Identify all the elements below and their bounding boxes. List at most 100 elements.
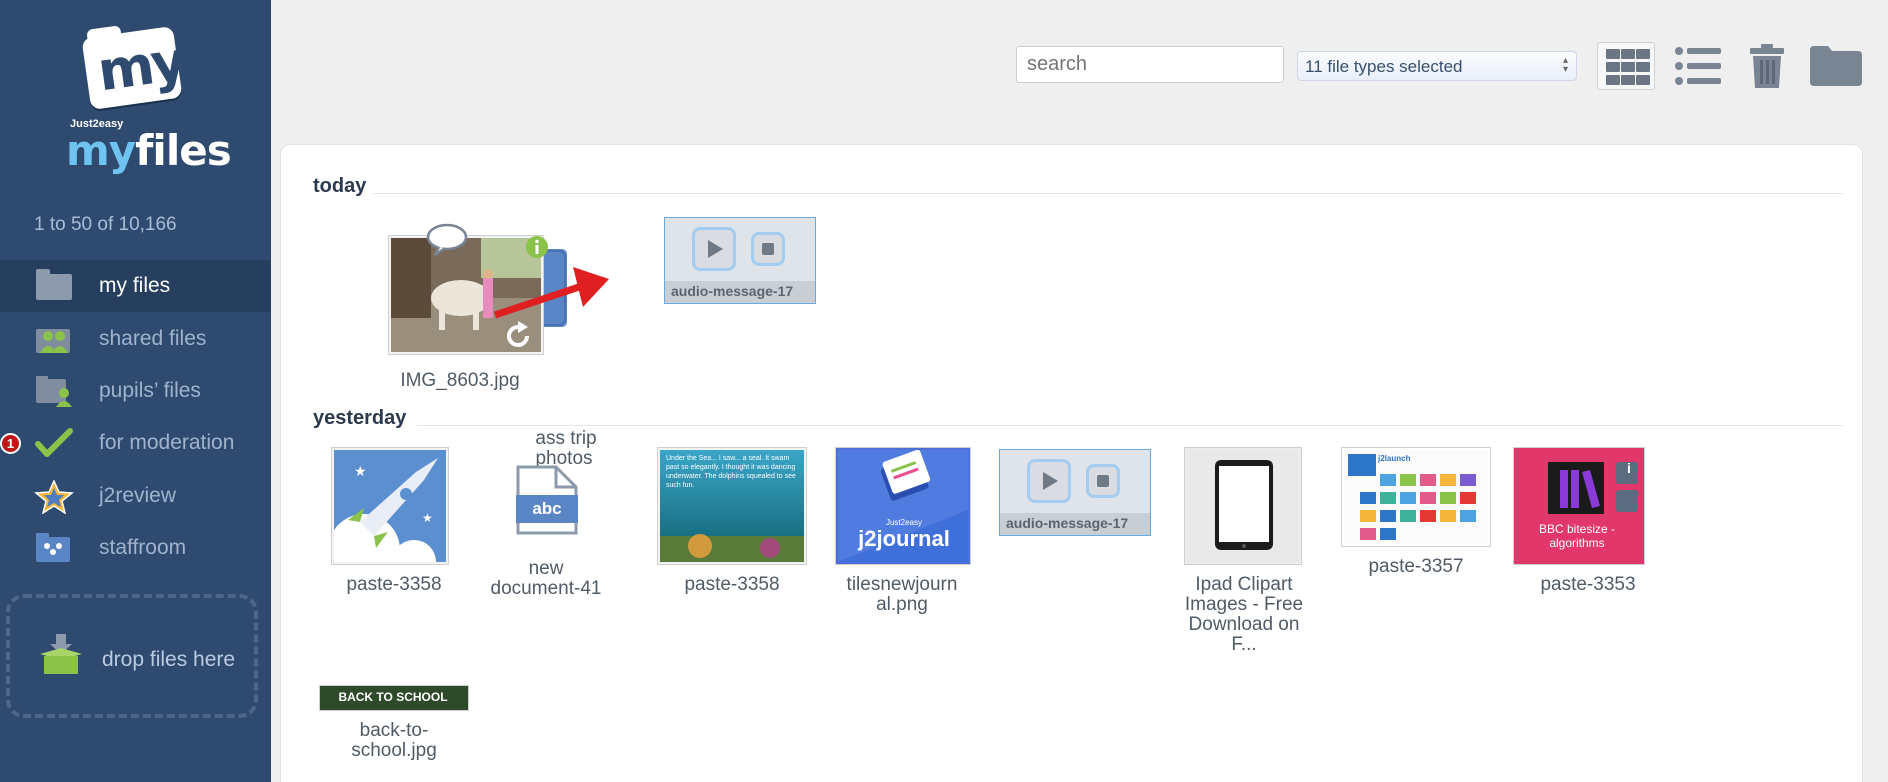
file-name: paste-3357 [1368,556,1464,577]
sidebar-item-shared-files[interactable]: shared files [0,313,271,365]
logo-name: myfiles [66,126,232,175]
grid-view-button[interactable] [1597,42,1655,90]
image-thumbnail [1184,447,1302,565]
info-icon[interactable]: i [1620,460,1638,476]
sidebar-item-staffroom[interactable]: staffroom [0,522,271,574]
play-button[interactable] [692,227,736,271]
document-icon-label: abc [532,499,562,518]
play-button[interactable] [1027,459,1071,503]
file-name-line: new [528,558,564,579]
sidebar: my Just2easy myfiles 1 to 50 of 10,166 m… [0,0,271,782]
sidebar-item-label: my files [99,274,171,297]
image-thumbnail: ★ ★ [328,447,449,586]
file-audio-message-17[interactable]: audio-message-17 [999,449,1151,536]
sidebar-item-label: pupils’ files [99,379,201,402]
thumbnail-text: j2journal [858,526,950,551]
section-title-yesterday: yesterday [313,407,407,429]
file-name-line: school.jpg [351,740,437,761]
moderation-count-badge: 1 [0,433,21,454]
image-thumbnail: BACK TO SCHOOL [319,685,469,711]
pupils-folder-icon [34,375,74,407]
play-icon [708,240,723,258]
file-name-line: document-41 [490,578,602,599]
file-name-line: back-to- [359,720,429,741]
sidebar-item-pupils-files[interactable]: pupils’ files [0,365,271,417]
file-tilesnewjournal[interactable]: Just2easy j2journal tilesnewjourn al.png [827,447,977,617]
file-name: paste-3353 [1540,574,1636,595]
file-types-value: 11 file types selected [1305,57,1463,76]
file-audio-message-17[interactable]: audio-message-17 [664,217,816,304]
file-img-8603[interactable]: IMG_8603.jpg [385,217,609,437]
file-name-line: al.png [876,594,928,615]
search-input[interactable] [1016,46,1284,83]
stop-button[interactable] [751,232,785,266]
sidebar-item-my-files[interactable]: my files [0,260,271,312]
checkmark-icon [34,427,74,459]
file-name-line: F... [1231,634,1257,655]
myfiles-logo[interactable]: my Just2easy myfiles [64,22,232,175]
image-thumbnail: i BBC bitesize - algorithms [1513,447,1645,565]
sidebar-item-label: staffroom [99,536,187,559]
rotate-icon[interactable] [503,321,533,351]
stop-button[interactable] [1086,464,1120,498]
stop-icon [1097,475,1109,487]
folder-icon [1810,46,1862,86]
thumbnail-text-line: algorithms [1549,536,1605,550]
list-view-button[interactable] [1675,46,1723,86]
thumbnail-text: Under the Sea... I saw... a seal. It swa… [666,455,796,489]
sidebar-item-j2review[interactable]: j2review [0,470,271,522]
file-name: paste-3358 [346,574,442,595]
file-paste-3358-sea[interactable]: Under the Sea... I saw... a seal. It swa… [657,447,807,597]
stop-icon [762,243,774,255]
comment-bubble-icon [426,223,468,257]
sidebar-item-label: for moderation [99,431,235,454]
file-back-to-school[interactable]: BACK TO SCHOOL back-to- school.jpg [319,685,469,782]
select-arrows-icon: ▴ ▾ [1562,55,1568,75]
play-icon [1043,472,1058,490]
file-name: paste-3358 [684,574,780,595]
files-panel: today ass trip photos IMG_8603.jpg audio… [280,144,1863,782]
file-paste-3357[interactable]: j2launch paste-3357 [1341,447,1491,587]
star-icon [34,479,74,515]
file-name-line: Images - Free [1184,594,1304,615]
file-types-select[interactable]: 11 file types selected ▴ ▾ [1297,51,1577,81]
image-thumbnail: Under the Sea... I saw... a seal. It swa… [657,447,807,565]
image-thumbnail: Just2easy j2journal [835,447,971,565]
section-divider [417,425,1843,426]
file-name: audio-message-17 [1000,513,1150,535]
thumbnail-text: j2launch [1378,454,1411,463]
sidebar-item-for-moderation[interactable]: 1 for moderation [0,417,271,469]
upload-box-icon [38,634,84,681]
file-paste-3358[interactable]: ★ ★ paste-3358 [319,447,449,597]
shared-people-icon [34,323,74,355]
drag-arrow-icon [493,267,609,319]
logo-badge-text: my [93,29,188,104]
file-ipad-clipart[interactable]: Ipad Clipart Images - Free Download on F… [1169,447,1319,657]
file-name-line: tilesnewjourn [846,574,958,595]
file-name-line: Ipad Clipart [1195,574,1293,595]
drop-zone[interactable]: drop files here [6,594,258,718]
file-new-document-41[interactable]: abc new document-41 [471,447,621,617]
new-folder-button[interactable] [1810,46,1862,86]
staffroom-folder-icon [34,532,74,564]
sidebar-item-label: shared files [99,327,207,350]
file-name-line: Download on [1188,614,1300,635]
thumbnail-text: BACK TO SCHOOL [338,690,448,704]
trash-icon [1750,44,1784,88]
file-paste-3353[interactable]: i BBC bitesize - algorithms paste-3353 [1513,447,1663,597]
sidebar-item-label: j2review [99,484,177,507]
delete-button[interactable] [1750,44,1784,88]
image-thumbnail: j2launch [1341,447,1491,547]
file-count-label: 1 to 50 of 10,166 [34,214,177,235]
drop-zone-label: drop files here [102,648,236,671]
svg-text:★: ★ [354,464,367,480]
info-icon[interactable] [525,235,549,259]
section-divider [373,193,1843,194]
thumbnail-text-line: BBC bitesize - [1538,522,1616,536]
logo-badge: my [81,25,187,111]
svg-text:★: ★ [422,511,433,525]
folder-icon [34,269,74,302]
section-title-today: today [313,175,367,197]
file-name: IMG_8603.jpg [385,371,535,391]
file-name: audio-message-17 [665,281,815,303]
